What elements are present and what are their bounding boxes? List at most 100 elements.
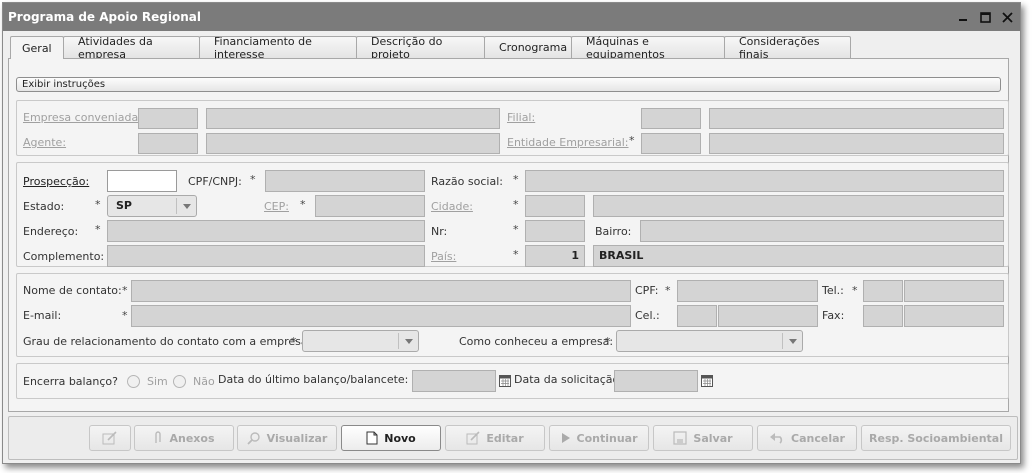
nao-label: Não (193, 375, 215, 388)
required-asterisk: * (513, 173, 519, 186)
anexos-label: Anexos (169, 431, 215, 445)
empresa-conveniada-label[interactable]: Empresa conveniada: (23, 111, 142, 124)
novo-button[interactable]: Novo (341, 425, 441, 451)
required-asterisk: * (122, 309, 128, 322)
required-asterisk: * (250, 173, 256, 186)
prospeccao-input[interactable] (107, 170, 177, 192)
title-bar: Programa de Apoio Regional (3, 3, 1020, 31)
fax-label: Fax: (822, 309, 845, 322)
sim-label: Sim (147, 375, 168, 388)
estado-select[interactable]: SP (107, 195, 197, 217)
pais-name-field: BRASIL (593, 245, 1004, 267)
tab-atividades[interactable]: Atividades da empresa (63, 35, 200, 61)
tab-bar: Geral Atividades da empresa Financiament… (10, 35, 851, 61)
tab-geral[interactable]: Geral (10, 36, 64, 59)
tel-ddd-field[interactable] (863, 280, 903, 302)
cep-label[interactable]: CEP: (264, 200, 289, 213)
required-asterisk: * (852, 284, 858, 297)
data-solicitacao-field[interactable] (614, 370, 698, 392)
data-balanco-label: Data do último balanço/balancete: (218, 373, 409, 386)
pencil-icon (466, 431, 480, 445)
cep-field[interactable] (315, 195, 425, 217)
cancelar-label: Cancelar (791, 431, 845, 445)
nr-field[interactable] (525, 220, 585, 242)
prospeccao-label[interactable]: Prospecção: (23, 175, 89, 188)
required-asterisk: * (629, 134, 635, 147)
chevron-down-icon (782, 333, 802, 349)
empresa-conveniada-name-field (206, 108, 500, 129)
nome-contato-field[interactable] (131, 280, 631, 302)
grau-relacionamento-select[interactable] (302, 330, 419, 352)
magnifier-icon (247, 432, 260, 445)
empresa-conveniada-code-field (138, 108, 198, 129)
undo-arrow-icon (770, 433, 783, 444)
editar-button[interactable]: Editar (445, 425, 545, 451)
razao-social-field[interactable] (525, 170, 1004, 192)
tab-cronograma[interactable]: Cronograma (484, 36, 572, 58)
close-icon[interactable] (1000, 10, 1014, 24)
tab-financiamento[interactable]: Financiamento de interesse (199, 35, 357, 61)
required-asterisk: * (605, 335, 611, 348)
required-asterisk: * (95, 223, 101, 236)
cel-number-field[interactable] (718, 305, 818, 327)
tab-maquinas[interactable]: Máquinas e equipamentos (571, 35, 725, 61)
data-solicitacao-label: Data da solicitação: (514, 373, 623, 386)
salvar-label: Salvar (693, 431, 733, 445)
visualizar-label: Visualizar (266, 431, 328, 445)
salvar-button[interactable]: Salvar (653, 425, 753, 451)
continuar-label: Continuar (576, 431, 638, 445)
cel-ddd-field[interactable] (677, 305, 717, 327)
required-asterisk: * (300, 198, 306, 211)
show-instructions-button[interactable]: Exibir instruções (16, 77, 1001, 92)
cpf-field[interactable] (677, 280, 818, 302)
cidade-code-field (525, 195, 585, 217)
edit-note-button[interactable] (89, 425, 131, 451)
data-balanco-field[interactable] (412, 370, 496, 392)
endereco-field[interactable] (107, 220, 425, 242)
tab-descricao[interactable]: Descrição do projeto (356, 35, 485, 61)
estado-value: SP (116, 199, 132, 212)
fax-ddd-field[interactable] (863, 305, 903, 327)
estado-label: Estado: (23, 200, 65, 213)
tel-number-field[interactable] (904, 280, 1004, 302)
tab-consideracoes[interactable]: Considerações finais (724, 35, 851, 61)
cel-label: Cel.: (635, 309, 660, 322)
nao-radio[interactable] (173, 375, 186, 388)
pais-label[interactable]: País: (431, 250, 456, 263)
complemento-field[interactable] (107, 245, 425, 267)
fax-number-field[interactable] (904, 305, 1004, 327)
sim-radio[interactable] (127, 375, 140, 388)
email-field[interactable] (131, 305, 631, 327)
required-asterisk: * (513, 198, 519, 211)
prospect-group: Prospecção: CPF/CNPJ: * Razão social: * … (16, 162, 1009, 267)
pais-code-field: 1 (525, 245, 585, 267)
resp-socioambiental-button[interactable]: Resp. Socioambiental (861, 425, 1011, 451)
filial-label[interactable]: Filial: (507, 111, 535, 124)
nome-contato-label: Nome de contato: (23, 284, 122, 297)
calendar-icon[interactable] (701, 375, 713, 387)
cidade-name-field (593, 195, 1004, 217)
anexos-button[interactable]: Anexos (134, 425, 234, 451)
note-pencil-icon (102, 431, 117, 445)
window-title: Programa de Apoio Regional (8, 10, 201, 24)
agente-label[interactable]: Agente: (23, 136, 66, 149)
agente-code-field (138, 133, 198, 154)
company-group: Empresa conveniada: Filial: Agente: Enti… (16, 100, 1009, 156)
contact-group: Nome de contato: * CPF: * Tel.: * E-mail… (16, 273, 1009, 357)
cpf-cnpj-field[interactable] (265, 170, 425, 192)
resp-socioambiental-label: Resp. Socioambiental (869, 431, 1003, 445)
como-conheceu-label: Como conheceu a empresa: (459, 335, 614, 348)
cancelar-button[interactable]: Cancelar (757, 425, 857, 451)
entidade-empresarial-label[interactable]: Entidade Empresarial: (507, 136, 629, 149)
cidade-label[interactable]: Cidade: (431, 200, 473, 213)
required-asterisk: * (513, 248, 519, 261)
visualizar-button[interactable]: Visualizar (237, 425, 337, 451)
maximize-icon[interactable] (978, 10, 992, 24)
required-asterisk: * (665, 284, 671, 297)
encerra-balanco-label: Encerra balanço? (23, 375, 118, 388)
minimize-icon[interactable] (956, 10, 970, 24)
como-conheceu-select[interactable] (616, 330, 803, 352)
bairro-field[interactable] (640, 220, 1004, 242)
calendar-icon[interactable] (499, 375, 511, 387)
continuar-button[interactable]: Continuar (549, 425, 649, 451)
